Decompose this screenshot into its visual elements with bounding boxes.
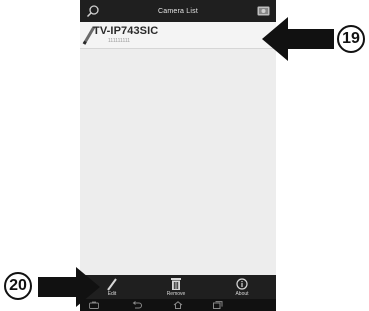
callout-number-bottom: 20 <box>9 277 27 294</box>
camera-list-area <box>80 49 276 275</box>
back-icon[interactable] <box>132 301 142 309</box>
callout-badge-top: 19 <box>337 25 365 53</box>
camera-subtitle: 111111111 <box>108 38 131 44</box>
about-button[interactable]: About <box>222 275 262 299</box>
recent-apps-icon[interactable] <box>213 301 223 309</box>
pencil-icon <box>107 278 117 291</box>
app-title: Camera List <box>158 7 198 15</box>
callout-number-top: 19 <box>342 30 360 47</box>
system-nav-bar <box>80 299 276 311</box>
camera-list-item[interactable]: TV-IP743SIC 111111111 <box>80 22 276 49</box>
action-bar: Edit Remove About <box>80 275 276 299</box>
info-icon <box>236 278 248 290</box>
remove-label: Remove <box>166 291 186 297</box>
callout-badge-bottom: 20 <box>4 272 32 300</box>
annotated-screenshot: Camera List TV-IP743SIC 111111111 Edit R… <box>0 0 369 311</box>
phone-screen: Camera List TV-IP743SIC 111111111 Edit R… <box>80 0 276 311</box>
home-icon[interactable] <box>173 301 183 309</box>
top-bar: Camera List <box>80 0 276 22</box>
camera-name: TV-IP743SIC <box>93 25 159 37</box>
remove-button[interactable]: Remove <box>156 275 196 299</box>
callout-arrow-top <box>262 17 334 61</box>
about-label: About <box>235 291 249 297</box>
callout-arrow-bottom <box>38 267 100 307</box>
search-icon[interactable] <box>86 4 100 18</box>
trash-icon <box>171 278 181 290</box>
